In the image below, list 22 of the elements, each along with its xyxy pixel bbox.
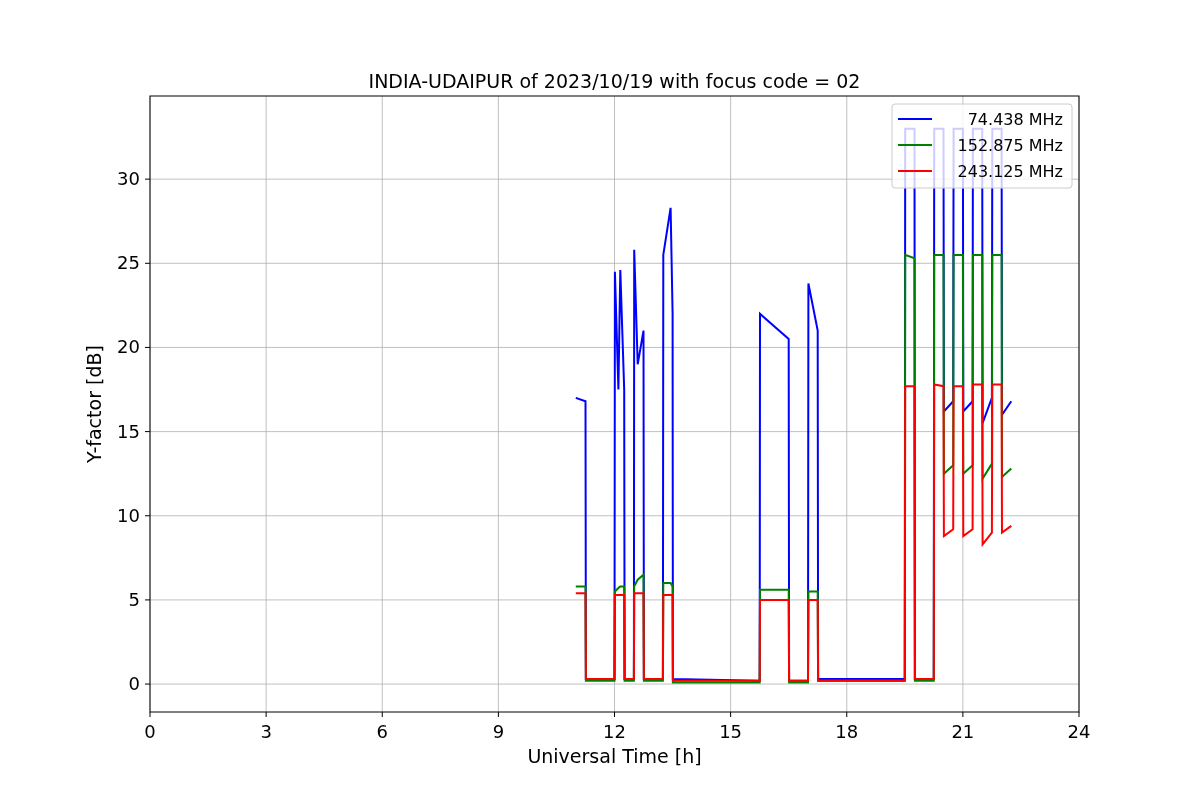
legend-label: 74.438 MHz <box>967 110 1063 129</box>
tick-label: 10 <box>117 504 140 526</box>
tick-label: 18 <box>835 721 859 742</box>
tick-label: 25 <box>117 252 140 274</box>
tick-label: 20 <box>117 336 140 358</box>
tick-label: 24 <box>1067 721 1091 742</box>
legend-label: 243.125 MHz <box>957 162 1063 181</box>
tick-label: 0 <box>144 721 156 742</box>
tick-label: 15 <box>719 721 743 742</box>
tick-label: 5 <box>128 588 140 610</box>
axis-label: Universal Time [h] <box>527 745 702 767</box>
tick-label: 21 <box>951 721 975 742</box>
tick-label: 3 <box>260 721 272 742</box>
tick-label: 15 <box>117 420 140 442</box>
legend-label: 152.875 MHz <box>957 136 1063 155</box>
tick-label: 9 <box>492 721 505 742</box>
axis-label: Y-factor [dB] <box>83 345 105 463</box>
tick-label: 12 <box>603 721 626 742</box>
tick-label: 30 <box>117 168 140 190</box>
tick-label: 0 <box>128 673 140 695</box>
chart-title: INDIA-UDAIPUR of 2023/10/19 with focus code = 02 <box>368 70 861 92</box>
tick-label: 6 <box>376 721 388 742</box>
